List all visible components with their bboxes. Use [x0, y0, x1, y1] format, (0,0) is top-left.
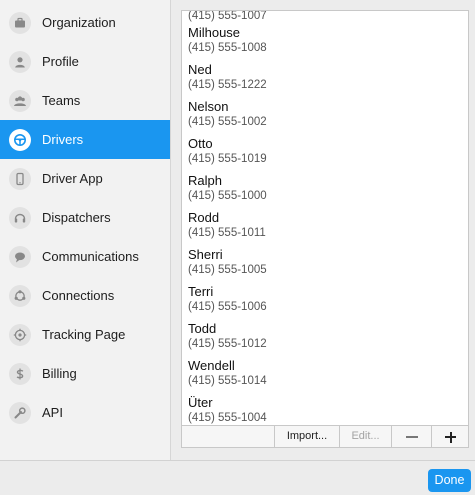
sidebar-item-teams[interactable]: Teams — [0, 81, 170, 120]
driver-name: Üter — [188, 395, 213, 410]
sidebar-item-label: Organization — [42, 15, 116, 30]
import-button[interactable]: Import... — [274, 426, 339, 447]
list-item[interactable]: Otto (415) 555-1019 — [182, 132, 468, 169]
driver-name: Ralph — [188, 173, 222, 188]
sidebar-item-label: Dispatchers — [42, 210, 111, 225]
driver-phone: (415) 555-1019 — [188, 153, 267, 165]
headset-icon — [9, 207, 31, 229]
sidebar-item-tracking-page[interactable]: Tracking Page — [0, 315, 170, 354]
driver-name: Sherri — [188, 247, 223, 262]
driver-name: Milhouse — [188, 25, 241, 40]
sidebar-item-label: Tracking Page — [42, 327, 126, 342]
sidebar-item-label: Connections — [42, 288, 115, 303]
list-item[interactable]: Nelson (415) 555-1002 — [182, 95, 468, 132]
sidebar-item-billing[interactable]: Billing — [0, 354, 170, 393]
remove-driver-button[interactable] — [391, 426, 431, 447]
settings-sidebar: Organization Profile Teams Drivers Drive… — [0, 0, 170, 460]
sidebar-item-label: API — [42, 405, 63, 420]
dollar-icon — [9, 363, 31, 385]
driver-name: Todd — [188, 321, 217, 336]
driver-phone: (415) 555-1002 — [188, 116, 267, 128]
drivers-list[interactable]: (415) 555-1007 Milhouse (415) 555-1008 N… — [182, 11, 468, 426]
driver-phone: (415) 555-1004 — [188, 412, 267, 424]
steering-wheel-icon — [9, 129, 31, 151]
user-icon — [9, 51, 31, 73]
driver-phone: (415) 555-1006 — [188, 301, 267, 313]
list-item[interactable]: Rodd (415) 555-1011 — [182, 206, 468, 243]
edit-button[interactable]: Edit... — [339, 426, 391, 447]
driver-name: Ned — [188, 62, 212, 77]
list-toolbar: Import... Edit... — [182, 425, 468, 447]
wrench-icon — [9, 402, 31, 424]
chat-bubble-icon — [9, 246, 31, 268]
driver-phone: (415) 555-1005 — [188, 264, 267, 276]
done-button[interactable]: Done — [428, 469, 471, 492]
sidebar-item-dispatchers[interactable]: Dispatchers — [0, 198, 170, 237]
sidebar-item-api[interactable]: API — [0, 393, 170, 432]
sidebar-item-communications[interactable]: Communications — [0, 237, 170, 276]
sidebar-item-label: Teams — [42, 93, 81, 108]
driver-name: Wendell — [188, 358, 235, 373]
driver-name: Nelson — [188, 99, 229, 114]
driver-phone: (415) 555-1012 — [188, 338, 267, 350]
sidebar-item-drivers[interactable]: Drivers — [0, 120, 170, 159]
sidebar-item-label: Communications — [42, 249, 139, 264]
driver-phone: (415) 555-1014 — [188, 375, 267, 387]
drivers-list-panel: (415) 555-1007 Milhouse (415) 555-1008 N… — [181, 10, 469, 448]
driver-name: Rodd — [188, 210, 220, 225]
group-icon — [9, 90, 31, 112]
list-item[interactable]: Ned (415) 555-1222 — [182, 58, 468, 95]
sidebar-item-label: Billing — [42, 366, 77, 381]
target-icon — [9, 324, 31, 346]
sidebar-item-profile[interactable]: Profile — [0, 42, 170, 81]
connections-icon — [9, 285, 31, 307]
phone-icon — [9, 168, 31, 190]
sidebar-item-organization[interactable]: Organization — [0, 3, 170, 42]
list-item[interactable]: Todd (415) 555-1012 — [182, 317, 468, 354]
list-item[interactable]: Milhouse (415) 555-1008 — [182, 21, 468, 58]
list-item[interactable]: Sherri (415) 555-1005 — [182, 243, 468, 280]
list-item[interactable]: Terri (415) 555-1006 — [182, 280, 468, 317]
driver-phone: (415) 555-1008 — [188, 42, 267, 54]
briefcase-icon — [9, 12, 31, 34]
list-item[interactable]: Ralph (415) 555-1000 — [182, 169, 468, 206]
sidebar-divider — [170, 0, 171, 460]
footer-divider — [0, 460, 475, 461]
minus-icon — [406, 436, 418, 438]
sidebar-item-label: Driver App — [42, 171, 103, 186]
driver-phone: (415) 555-1000 — [188, 190, 267, 202]
driver-phone: (415) 555-1011 — [188, 227, 266, 239]
driver-phone: (415) 555-1222 — [188, 79, 267, 91]
sidebar-item-connections[interactable]: Connections — [0, 276, 170, 315]
sidebar-item-driver-app[interactable]: Driver App — [0, 159, 170, 198]
add-driver-button[interactable] — [431, 426, 468, 447]
driver-name: Otto — [188, 136, 213, 151]
driver-name: Terri — [188, 284, 214, 299]
list-item[interactable]: Üter (415) 555-1004 — [182, 391, 468, 426]
sidebar-item-label: Drivers — [42, 132, 84, 147]
list-item[interactable]: Wendell (415) 555-1014 — [182, 354, 468, 391]
sidebar-item-label: Profile — [42, 54, 79, 69]
